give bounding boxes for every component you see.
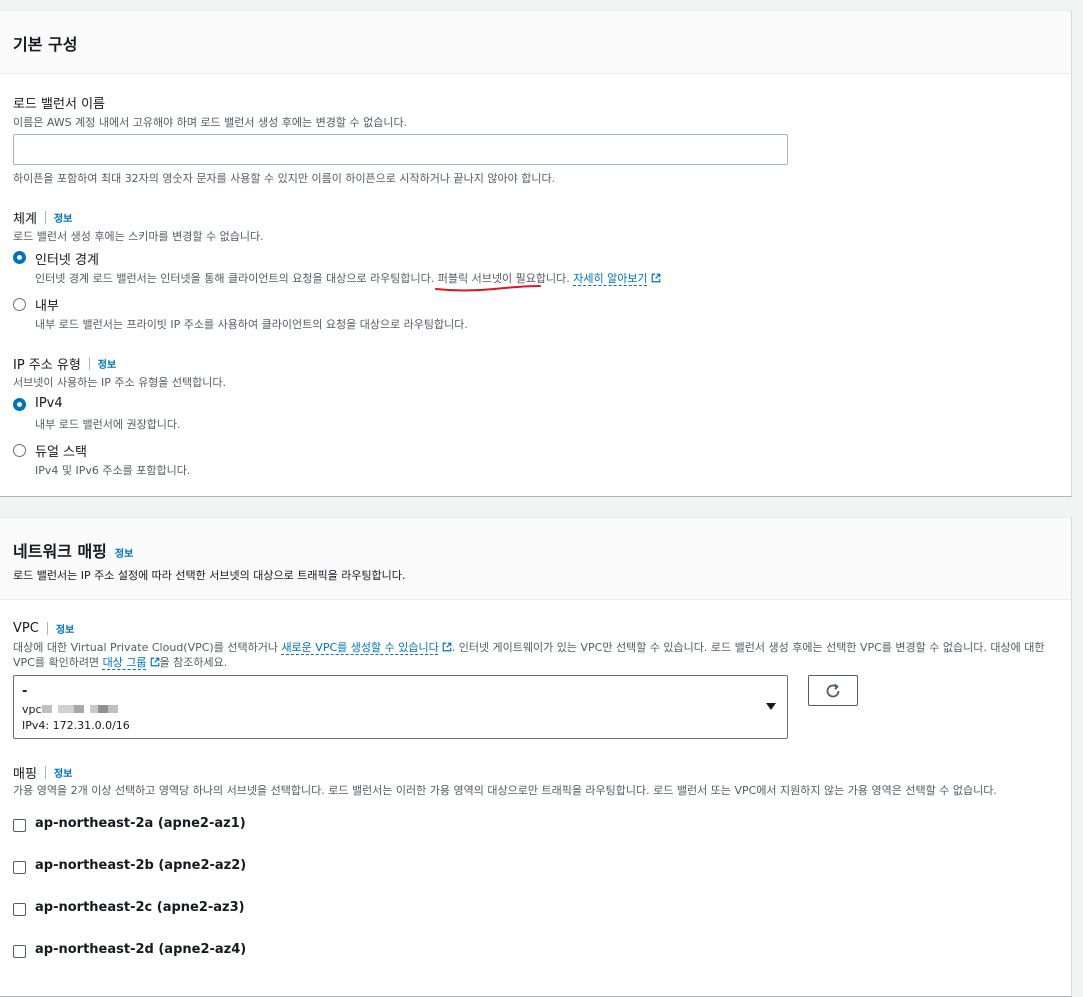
ip-type-dualstack-label[interactable]: 듀얼 스택 bbox=[35, 441, 87, 460]
refresh-button[interactable] bbox=[808, 675, 858, 706]
dropdown-caret-icon[interactable] bbox=[765, 702, 777, 711]
redacted-block bbox=[57, 705, 74, 713]
red-annotation-underline bbox=[434, 285, 541, 292]
ip-type-label: IP 주소 유형 정보 bbox=[13, 354, 116, 373]
public-subnet-required-text: 퍼블릭 서브넷이 필요합니다. bbox=[434, 272, 570, 292]
mapping-label-text: 매핑 bbox=[13, 767, 37, 782]
scheme-internal-label[interactable]: 내부 bbox=[35, 295, 59, 314]
zone-2b-label[interactable]: ap-northeast-2b (apne2-az2) bbox=[35, 858, 246, 873]
ip-type-dualstack-desc: IPv4 및 IPv6 주소를 포함합니다. bbox=[35, 464, 191, 477]
zone-2c-checkbox[interactable] bbox=[13, 903, 26, 916]
scheme-internet-facing-desc-text: 인터넷 경계 로드 밸런서는 인터넷을 통해 클라이언트의 요청을 대상으로 라… bbox=[35, 272, 438, 285]
mapping-info-link[interactable]: 정보 bbox=[54, 765, 72, 780]
scheme-internet-facing-label[interactable]: 인터넷 경계 bbox=[35, 249, 99, 268]
label-separator bbox=[46, 622, 48, 635]
scheme-info-link[interactable]: 정보 bbox=[54, 210, 72, 225]
ip-type-info-link[interactable]: 정보 bbox=[98, 356, 116, 371]
redacted-block bbox=[73, 705, 84, 713]
mapping-label: 매핑 정보 bbox=[13, 763, 72, 782]
redacted-block bbox=[107, 705, 118, 713]
create-vpc-link[interactable]: 새로운 VPC를 생성할 수 있습니다 bbox=[281, 641, 438, 654]
network-mapping-title: 네트워크 매핑 bbox=[13, 542, 107, 561]
page: 기본 구성 로드 밸런서 이름 이름은 AWS 계정 내에서 고유해야 하며 로… bbox=[0, 0, 1083, 997]
redacted-block bbox=[97, 705, 108, 713]
zone-2c-label[interactable]: ap-northeast-2c (apne2-az3) bbox=[35, 900, 245, 915]
vpc-desc: 대상에 대한 Virtual Private Cloud(VPC)를 선택하거나… bbox=[13, 640, 1065, 670]
scheme-internet-facing-radio[interactable] bbox=[13, 251, 26, 264]
ip-type-desc: 서브넷이 사용하는 IP 주소 유형을 선택합니다. bbox=[13, 376, 227, 389]
ip-type-label-text: IP 주소 유형 bbox=[13, 358, 81, 373]
lb-name-input[interactable] bbox=[13, 134, 788, 165]
ip-type-ipv4-desc: 내부 로드 밸런서에 권장합니다. bbox=[35, 418, 181, 431]
label-separator bbox=[44, 211, 46, 224]
mapping-desc: 가용 영역을 2개 이상 선택하고 영역당 하나의 서브넷을 선택합니다. 로드… bbox=[13, 784, 997, 797]
lb-name-hint: 하이픈을 포함하여 최대 32자의 영숫자 문자를 사용할 수 있지만 이름이 … bbox=[13, 172, 556, 185]
vpc-label: VPC 정보 bbox=[13, 621, 74, 636]
vpc-select[interactable]: - vpc IPv4: 172.31.0.0/16 bbox=[13, 675, 788, 739]
vpc-selected-name: - bbox=[22, 684, 28, 699]
lb-name-label-text: 로드 밸런서 이름 bbox=[13, 97, 105, 112]
scheme-internet-facing-desc: 인터넷 경계 로드 밸런서는 인터넷을 통해 클라이언트의 요청을 대상으로 라… bbox=[35, 270, 661, 292]
scheme-label: 체계 정보 bbox=[13, 208, 72, 227]
lb-name-desc: 이름은 AWS 계정 내에서 고유해야 하며 로드 밸런서 생성 후에는 변경할… bbox=[13, 116, 408, 129]
network-mapping-info-link[interactable]: 정보 bbox=[115, 545, 133, 560]
vpc-desc-text-3: 을 참조하세요. bbox=[159, 656, 228, 669]
network-mapping-panel: 네트워크 매핑 정보 로드 밸런서는 IP 주소 설정에 따라 선택한 서브넷의… bbox=[0, 517, 1072, 997]
basic-config-header: 기본 구성 bbox=[0, 11, 1071, 74]
vpc-label-text: VPC bbox=[13, 621, 39, 636]
vpc-desc-text-1: 대상에 대한 Virtual Private Cloud(VPC)를 선택하거나 bbox=[13, 641, 282, 654]
vpc-id-prefix: vpc bbox=[22, 703, 42, 716]
scheme-internal-radio[interactable] bbox=[13, 298, 26, 311]
redacted-block bbox=[41, 705, 52, 713]
zone-2a-checkbox[interactable] bbox=[13, 819, 26, 832]
vpc-selected-id: vpc bbox=[22, 703, 118, 716]
lb-name-label: 로드 밸런서 이름 bbox=[13, 93, 105, 112]
zone-2d-checkbox[interactable] bbox=[13, 945, 26, 958]
external-link-icon[interactable] bbox=[150, 657, 160, 667]
external-link-icon[interactable] bbox=[651, 273, 661, 283]
zone-2d-label[interactable]: ap-northeast-2d (apne2-az4) bbox=[35, 942, 246, 957]
scheme-label-text: 체계 bbox=[13, 212, 37, 227]
redacted-block bbox=[89, 705, 98, 713]
ip-type-ipv4-label[interactable]: IPv4 bbox=[35, 396, 63, 411]
scheme-desc: 로드 밸런서 생성 후에는 스키마를 변경할 수 없습니다. bbox=[13, 230, 264, 243]
vpc-info-link[interactable]: 정보 bbox=[56, 621, 74, 636]
vpc-selected-cidr: IPv4: 172.31.0.0/16 bbox=[22, 719, 130, 732]
network-mapping-header: 네트워크 매핑 정보 로드 밸런서는 IP 주소 설정에 따라 선택한 서브넷의… bbox=[0, 518, 1071, 600]
external-link-icon[interactable] bbox=[442, 642, 452, 652]
zone-2a-label[interactable]: ap-northeast-2a (apne2-az1) bbox=[35, 816, 246, 831]
zone-2b-checkbox[interactable] bbox=[13, 861, 26, 874]
network-mapping-title-row: 네트워크 매핑 정보 bbox=[13, 538, 1058, 562]
scheme-internal-desc: 내부 로드 밸런서는 프라이빗 IP 주소를 사용하여 클라이언트의 요청을 대… bbox=[35, 318, 468, 331]
basic-config-title: 기본 구성 bbox=[13, 35, 78, 54]
label-separator bbox=[44, 766, 46, 779]
learn-more-link[interactable]: 자세히 알아보기 bbox=[573, 272, 647, 285]
ip-type-ipv4-radio[interactable] bbox=[13, 398, 26, 411]
basic-config-panel: 기본 구성 로드 밸런서 이름 이름은 AWS 계정 내에서 고유해야 하며 로… bbox=[0, 10, 1072, 497]
label-separator bbox=[88, 357, 90, 370]
target-group-link[interactable]: 대상 그룹 bbox=[103, 656, 147, 669]
refresh-icon bbox=[826, 683, 840, 697]
ip-type-dualstack-radio[interactable] bbox=[13, 444, 26, 457]
network-mapping-desc: 로드 밸런서는 IP 주소 설정에 따라 선택한 서브넷의 대상으로 트래픽을 … bbox=[13, 569, 406, 582]
